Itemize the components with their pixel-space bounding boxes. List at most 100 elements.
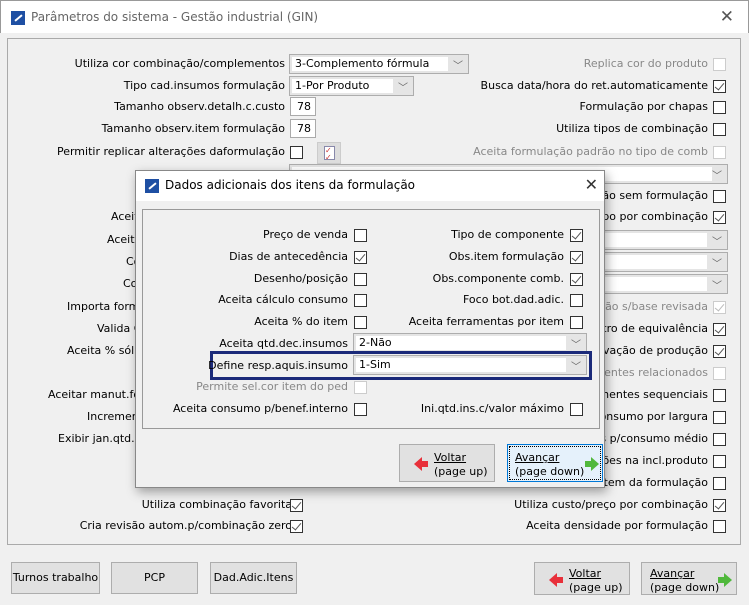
busca-data-checkbox[interactable] [713,80,726,93]
checklist-icon: ✓ ✓ [324,146,335,162]
obs-componente-checkbox[interactable] [570,273,583,286]
right-partial-checkbox[interactable] [713,455,726,468]
title-bar: Parâmetros do sistema - Gestão industria… [0,0,749,33]
tipo-cad-select[interactable]: 1-Por Produto ﹀ [289,76,414,96]
foco-bot-checkbox[interactable] [570,294,583,307]
dialog-title: Dados adicionais dos itens da formulação [165,178,416,192]
right-partial-checkbox[interactable] [713,389,726,402]
preco-venda-label: Preço de venda [263,228,348,241]
chevron-down-icon: ﹀ [712,237,722,248]
chapas-checkbox[interactable] [713,101,726,114]
favorita-label: Utiliza combinação favorita [141,498,292,511]
right-partial-checkbox[interactable] [713,345,726,358]
right-partial-checkbox[interactable] [713,477,726,490]
custo-comb-checkbox[interactable] [713,499,726,512]
cor-combinacao-label: Utiliza cor combinação/complementos [74,57,285,70]
arrow-right-icon [718,573,732,587]
sel-cor-checkbox[interactable] [354,381,367,394]
benef-interno-checkbox[interactable] [354,403,367,416]
calculo-consumo-checkbox[interactable] [354,294,367,307]
benef-interno-label: Aceita consumo p/benef.interno [172,402,348,415]
chevron-down-icon: ﹀ [712,259,722,270]
voltar-label: Voltar [434,451,467,464]
right-partial-checkbox[interactable] [713,411,726,424]
tipos-comb-checkbox[interactable] [713,123,726,136]
desenho-checkbox[interactable] [354,273,367,286]
ini-qtd-checkbox[interactable] [570,403,583,416]
right-partial-label: mpo por combinação [591,210,708,223]
obs-item-label: Obs.item formulação [448,250,564,263]
calculo-consumo-label: Aceita cálculo consumo [218,293,348,306]
qtd-dec-select[interactable]: 2-Não ﹀ [353,333,587,353]
right-partial-checkbox[interactable] [713,433,726,446]
partial-label: Aceita % sólid [67,344,145,357]
select-value: 3-Complemento fórmula [292,57,448,71]
tam-item-input[interactable]: 78 [290,119,316,138]
right-partial-label: as p/consumo médio [593,432,708,445]
chevron-down-icon: ﹀ [712,281,722,292]
right-partial-label: ção sem formulação [596,189,708,202]
sel-cor-label: Permite sel.cor item do ped [196,380,348,393]
replicar-label: Permitir replicar alterações daformulaçã… [56,145,285,158]
perc-item-checkbox[interactable] [354,316,367,329]
preco-venda-checkbox[interactable] [354,229,367,242]
resp-aquis-label: Define resp.aquis.insumo [208,359,348,372]
app-icon [145,179,159,193]
window-title: Parâmetros do sistema - Gestão industria… [31,10,319,24]
dialog-avancar-button[interactable]: Avançar (page down) [507,444,603,482]
voltar-label: Voltar [569,567,602,580]
replica-cor-checkbox[interactable] [713,58,726,71]
right-partial-checkbox[interactable] [713,211,726,224]
voltar-sub: (page up) [434,465,488,478]
app-icon [11,11,25,25]
replicar-checkbox[interactable] [290,146,303,159]
ferramentas-checkbox[interactable] [570,316,583,329]
checklist-button[interactable]: ✓ ✓ [317,142,341,164]
close-icon[interactable]: ✕ [720,7,734,27]
chevron-down-icon: ﹀ [571,362,581,373]
right-partial-checkbox[interactable] [713,301,726,314]
revisao-label: Cria revisão autom.p/combinação zero [79,519,292,532]
replica-cor-label: Replica cor do produto [583,57,708,70]
voltar-button[interactable]: Voltar (page up) [534,562,630,595]
resp-aquis-select[interactable]: 1-Sim ﹀ [353,355,587,375]
dados-adicionais-dialog: Dados adicionais dos itens da formulação… [135,170,605,488]
close-icon[interactable]: ✕ [585,175,598,194]
tam-custo-input[interactable]: 78 [290,97,316,116]
densidade-label: Aceita densidade por formulação [526,519,708,532]
avancar-sub: (page down) [515,465,585,478]
dias-antecedencia-label: Dias de antecedência [229,250,348,263]
chapas-label: Formulação por chapas [579,100,708,113]
obs-item-checkbox[interactable] [570,251,583,264]
perc-item-label: Aceita % do item [254,315,348,328]
cor-combinacao-select[interactable]: 3-Complemento fórmula ﹀ [289,54,469,74]
tipo-componente-checkbox[interactable] [570,229,583,242]
dad-adic-itens-button[interactable]: Dad.Adic.Itens [210,562,297,594]
right-partial-label: ões na incl.produto [602,454,708,467]
right-partial-checkbox[interactable] [713,367,726,380]
arrow-left-icon [414,457,428,471]
right-partial-label: nentes relacionados [597,366,708,379]
right-partial-checkbox[interactable] [713,323,726,336]
right-partial-checkbox[interactable] [713,190,726,203]
select-value: 1-Por Produto [292,79,393,93]
dias-antecedencia-checkbox[interactable] [354,251,367,264]
avancar-button[interactable]: Avançar (page down) [641,562,737,595]
chevron-down-icon: ﹀ [398,83,408,94]
tipo-cad-label: Tipo cad.insumos formulação [123,79,285,92]
favorita-checkbox[interactable] [290,499,303,512]
formulacao-padrao-checkbox[interactable] [713,146,726,159]
select-value: 1-Sim [356,358,566,372]
turnos-trabalho-button[interactable]: Turnos trabalho [11,562,100,594]
desenho-label: Desenho/posição [253,272,348,285]
pcp-button[interactable]: PCP [111,562,198,594]
select-value: 2-Não [356,336,566,350]
arrow-right-icon [585,457,599,471]
right-partial-label: rvação de produção [598,344,708,357]
dialog-voltar-button[interactable]: Voltar (page up) [399,444,495,482]
revisao-checkbox[interactable] [290,520,303,533]
ini-qtd-label: Ini.qtd.ins.c/valor máximo [420,402,564,415]
densidade-checkbox[interactable] [713,520,726,533]
right-partial-label: consumo por largura [593,410,708,423]
formulacao-padrao-label: Aceita formulação padrão no tipo de comb [473,145,708,158]
